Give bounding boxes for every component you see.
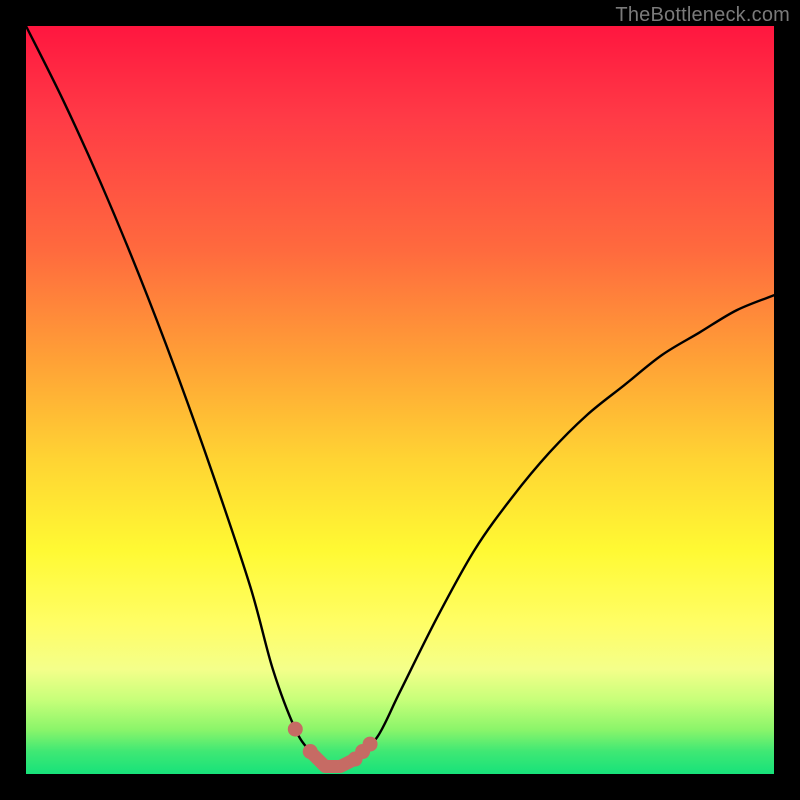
minimum-marker-dots: [288, 722, 378, 767]
plot-area: [26, 26, 774, 774]
bottleneck-curve: [26, 26, 774, 768]
marker-dot: [288, 722, 303, 737]
watermark-text: TheBottleneck.com: [615, 4, 790, 27]
marker-dot: [303, 744, 318, 759]
marker-dot: [363, 737, 378, 752]
curve-svg: [26, 26, 774, 774]
chart-frame: TheBottleneck.com: [0, 0, 800, 800]
